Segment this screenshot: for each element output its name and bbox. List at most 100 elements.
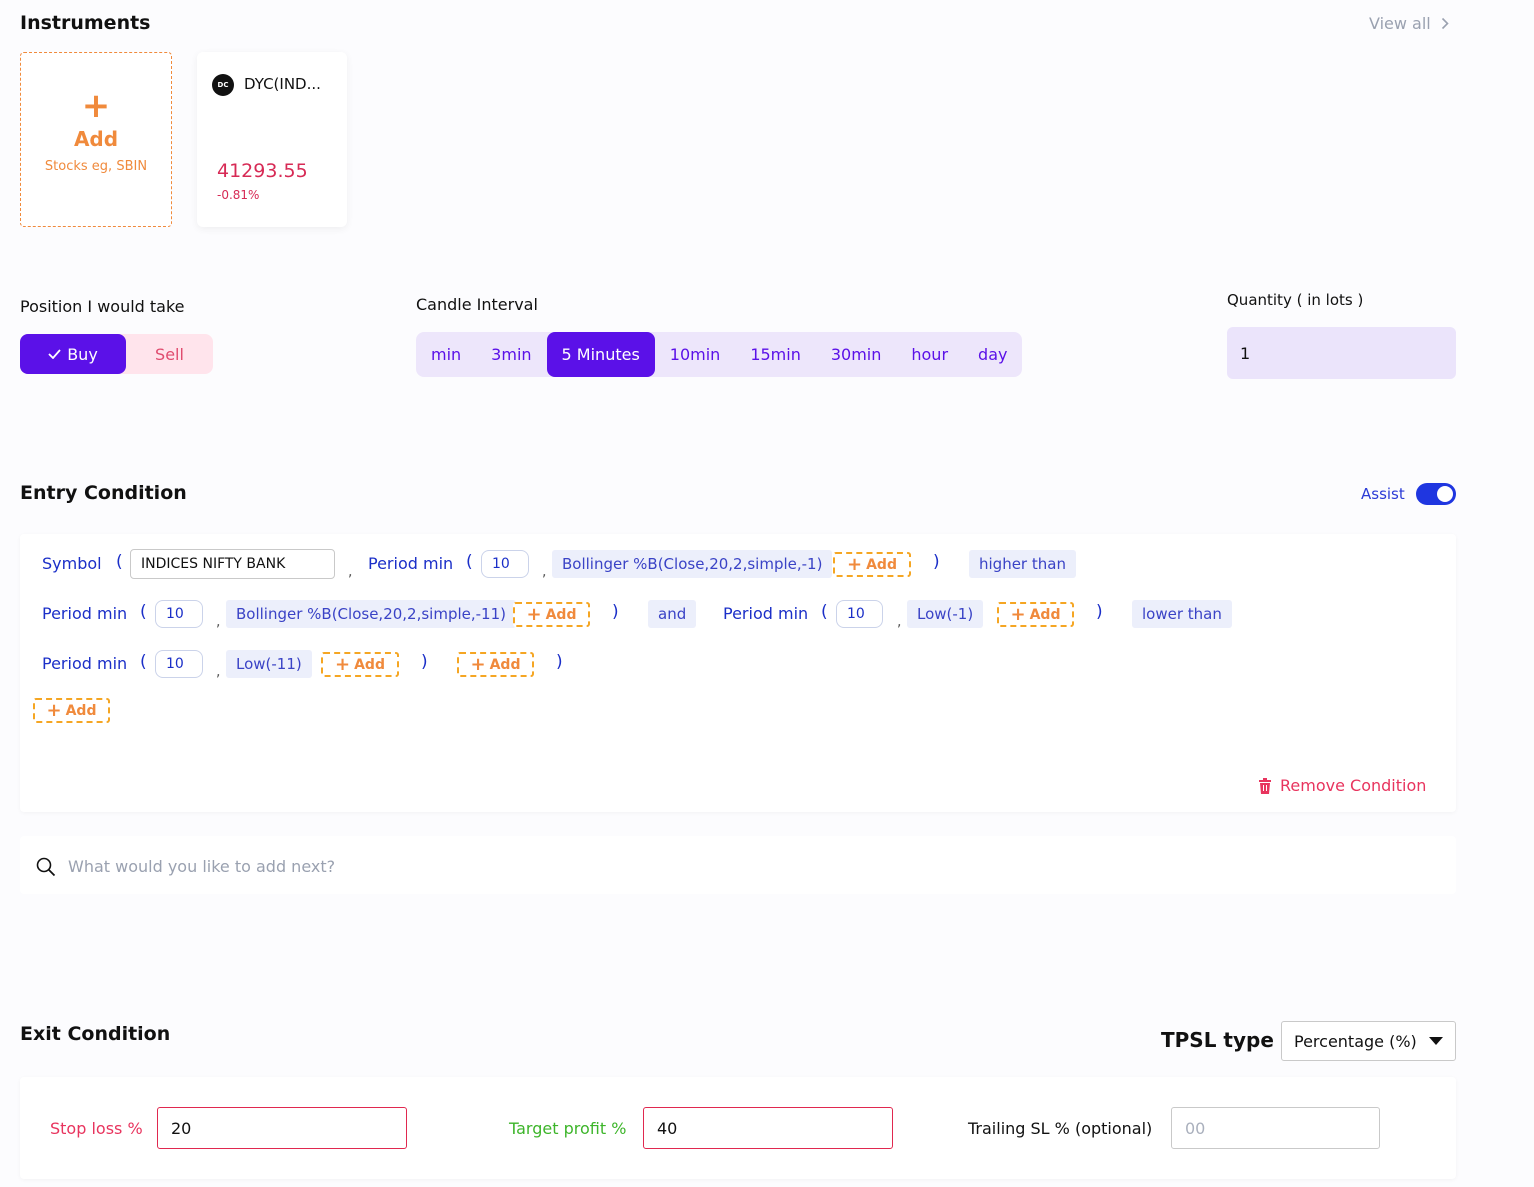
candle-interval-label: Candle Interval <box>416 295 538 314</box>
add-instrument-label: Add <box>73 127 119 151</box>
add-condition-button[interactable]: + Add <box>33 698 110 723</box>
plus-icon: + <box>470 653 486 675</box>
open-paren: ( <box>821 602 828 622</box>
period-value-input[interactable]: 10 <box>155 650 203 678</box>
position-toggle: Buy Sell <box>20 334 213 374</box>
comma: , <box>897 614 902 630</box>
period-value-input[interactable]: 10 <box>481 550 529 578</box>
stop-loss-input[interactable]: 20 <box>157 1107 407 1149</box>
interval-day[interactable]: day <box>978 345 1007 364</box>
view-all-link[interactable]: View all <box>1369 14 1449 33</box>
open-paren: ( <box>140 652 147 672</box>
plus-icon: + <box>335 653 351 675</box>
entry-condition-title: Entry Condition <box>20 482 187 504</box>
assist-toggle[interactable] <box>1416 483 1456 505</box>
open-paren: ( <box>466 552 473 572</box>
sell-button[interactable]: Sell <box>126 334 213 374</box>
symbol-input[interactable]: INDICES NIFTY BANK <box>130 549 335 579</box>
plus-icon: + <box>1010 603 1026 625</box>
candle-interval-tabs: min 3min 5 Minutes 10min 15min 30min hou… <box>416 332 1023 377</box>
close-paren: ) <box>1096 602 1103 622</box>
instrument-card[interactable]: DC DYC(IND... 41293.55 -0.81% <box>197 52 347 227</box>
period-keyword: Period min <box>42 654 128 673</box>
add-button[interactable]: + Add <box>997 602 1074 627</box>
indicator-chip[interactable]: Low(-1) <box>907 600 984 628</box>
search-icon <box>36 857 56 877</box>
plus-icon: + <box>81 86 111 126</box>
symbol-keyword: Symbol <box>42 554 102 573</box>
add-button[interactable]: + Add <box>833 552 911 577</box>
buy-button[interactable]: Buy <box>20 334 126 374</box>
trailing-sl-label: Trailing SL % (optional) <box>968 1119 1153 1138</box>
interval-10min[interactable]: 10min <box>670 345 721 364</box>
instruments-title: Instruments <box>20 12 151 34</box>
and-chip[interactable]: and <box>648 600 697 628</box>
instrument-logo: DC <box>212 74 234 96</box>
period-keyword: Period min <box>723 604 809 623</box>
trailing-sl-input[interactable]: 00 <box>1171 1107 1380 1149</box>
check-icon <box>48 349 61 359</box>
indicator-chip[interactable]: Low(-11) <box>226 650 312 678</box>
interval-min[interactable]: min <box>431 345 461 364</box>
assist-label: Assist <box>1361 485 1405 503</box>
close-paren: ) <box>421 652 428 672</box>
remove-condition-label: Remove Condition <box>1280 776 1427 795</box>
add-button[interactable]: + Add <box>457 652 534 677</box>
add-label: Add <box>866 556 897 573</box>
add-button[interactable]: + Add <box>321 652 399 677</box>
add-button[interactable]: + Add <box>513 602 590 627</box>
target-profit-label: Target profit % <box>509 1119 627 1138</box>
trash-icon <box>1259 777 1271 794</box>
indicator-chip[interactable]: Bollinger %B(Close,20,2,simple,-11) <box>226 600 516 628</box>
comma: , <box>348 564 353 580</box>
comma: , <box>216 614 221 630</box>
operator-chip[interactable]: higher than <box>969 550 1076 578</box>
interval-5min[interactable]: 5 Minutes <box>546 332 655 377</box>
instrument-name: DYC(IND... <box>244 75 321 93</box>
instrument-price: 41293.55 <box>217 160 308 182</box>
add-label: Add <box>1029 606 1061 623</box>
target-profit-input[interactable]: 40 <box>643 1107 893 1149</box>
buy-label: Buy <box>67 344 98 364</box>
close-paren: ) <box>612 602 619 622</box>
close-paren: ) <box>556 652 563 672</box>
indicator-chip[interactable]: Bollinger %B(Close,20,2,simple,-1) <box>552 550 833 578</box>
open-paren: ( <box>140 602 147 622</box>
instrument-change: -0.81% <box>217 188 260 202</box>
quantity-label: Quantity ( in lots ) <box>1227 291 1364 309</box>
search-box <box>20 836 1456 894</box>
stop-loss-label: Stop loss % <box>50 1119 143 1138</box>
tpsl-type-label: TPSL type <box>1161 1028 1274 1052</box>
quantity-input[interactable] <box>1227 327 1456 379</box>
add-label: Add <box>354 656 385 673</box>
period-value-input[interactable]: 10 <box>155 600 203 628</box>
plus-icon: + <box>847 553 863 575</box>
view-all-label: View all <box>1369 14 1431 33</box>
comma: , <box>542 564 547 580</box>
tpsl-type-value: Percentage (%) <box>1294 1031 1417 1051</box>
period-keyword: Period min <box>368 554 454 573</box>
toggle-knob <box>1437 486 1453 502</box>
plus-icon: + <box>46 699 62 721</box>
open-paren: ( <box>116 552 123 572</box>
plus-icon: + <box>526 603 542 625</box>
add-label: Add <box>545 606 577 623</box>
interval-3min[interactable]: 3min <box>491 345 531 364</box>
exit-condition-title: Exit Condition <box>20 1023 171 1045</box>
add-label: Add <box>489 656 521 673</box>
add-instrument-card[interactable]: + Add Stocks eg, SBIN <box>20 52 172 227</box>
interval-30min[interactable]: 30min <box>831 345 882 364</box>
period-value-input[interactable]: 10 <box>836 600 883 628</box>
caret-down-icon <box>1429 1037 1443 1045</box>
position-label: Position I would take <box>20 297 185 316</box>
close-paren: ) <box>933 552 940 572</box>
entry-condition-box: Symbol ( INDICES NIFTY BANK , Period min… <box>20 534 1456 812</box>
tpsl-type-select[interactable]: Percentage (%) <box>1281 1021 1456 1061</box>
add-label: Add <box>65 702 97 719</box>
interval-hour[interactable]: hour <box>911 345 948 364</box>
add-instrument-hint: Stocks eg, SBIN <box>44 159 148 174</box>
operator-chip[interactable]: lower than <box>1132 600 1232 628</box>
remove-condition-button[interactable]: Remove Condition <box>1258 776 1426 795</box>
search-input[interactable] <box>68 854 1438 878</box>
interval-15min[interactable]: 15min <box>750 345 801 364</box>
